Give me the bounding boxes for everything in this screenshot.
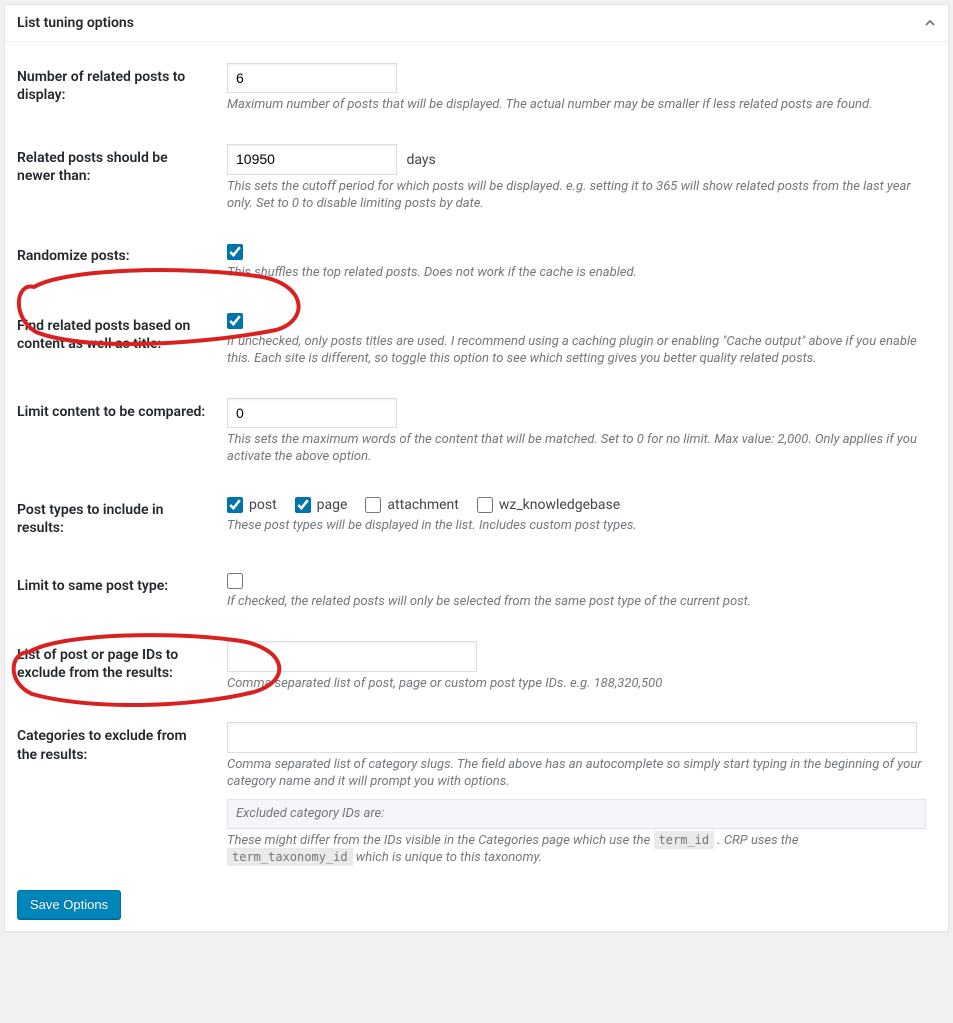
panel-title: List tuning options: [5, 7, 146, 39]
label-same-post-type: Limit to same post type:: [17, 557, 217, 626]
option-attachment[interactable]: attachment: [365, 496, 458, 514]
code-term-taxonomy-id: term_taxonomy_id: [227, 848, 353, 866]
input-newer-than[interactable]: [227, 144, 397, 174]
input-limit-content[interactable]: [227, 398, 397, 428]
code-term-id: term_id: [654, 831, 715, 849]
label-randomize: Randomize posts:: [17, 227, 217, 296]
label-post-types: Post types to include in results:: [17, 481, 217, 557]
excluded-ids-box: Excluded category IDs are:: [227, 799, 926, 830]
panel-header: List tuning options: [5, 5, 948, 42]
desc-post-types: These post types will be displayed in th…: [227, 518, 926, 535]
label-exclude-cats: Categories to exclude from the results:: [17, 707, 217, 882]
checkbox-content-title[interactable]: [227, 313, 243, 329]
desc-exclude-cats: Comma separated list of category slugs. …: [227, 757, 926, 791]
chevron-up-icon: [925, 18, 935, 28]
row-same-post-type: Limit to same post type: If checked, the…: [17, 557, 936, 626]
desc-same-post-type: If checked, the related posts will only …: [227, 594, 926, 611]
desc-newer-than: This sets the cutoff period for which po…: [227, 179, 926, 213]
desc-content-title: If unchecked, only posts titles are used…: [227, 334, 926, 368]
desc-excluded-ids: These might differ from the IDs visible …: [227, 833, 926, 867]
desc-limit-content: This sets the maximum words of the conte…: [227, 432, 926, 466]
label-exclude-ids: List of post or page IDs to exclude from…: [17, 626, 217, 707]
desc-num-posts: Maximum number of posts that will be dis…: [227, 97, 926, 114]
checkbox-post[interactable]: [227, 497, 243, 513]
panel-body: Number of related posts to display: Maxi…: [5, 48, 948, 931]
option-post[interactable]: post: [227, 496, 277, 514]
label-newer-than: Related posts should be newer than:: [17, 129, 217, 227]
panel-toggle[interactable]: [912, 5, 948, 41]
save-button[interactable]: Save Options: [17, 890, 121, 919]
desc-exclude-ids: Comma separated list of post, page or cu…: [227, 676, 926, 693]
desc-randomize: This shuffles the top related posts. Doe…: [227, 265, 926, 282]
input-num-posts[interactable]: [227, 63, 397, 93]
settings-panel: List tuning options Number of related po…: [4, 4, 949, 932]
label-limit-content: Limit content to be compared:: [17, 383, 217, 481]
checkbox-page[interactable]: [295, 497, 311, 513]
label-num-posts: Number of related posts to display:: [17, 48, 217, 129]
row-exclude-ids: List of post or page IDs to exclude from…: [17, 626, 936, 707]
form-table: Number of related posts to display: Maxi…: [17, 48, 936, 882]
checkbox-randomize[interactable]: [227, 244, 243, 260]
row-newer-than: Related posts should be newer than: days…: [17, 129, 936, 227]
row-post-types: Post types to include in results: post p…: [17, 481, 936, 557]
checkbox-wz-knowledgebase[interactable]: [477, 497, 493, 513]
input-exclude-cats[interactable]: [227, 722, 917, 752]
option-page[interactable]: page: [295, 496, 348, 514]
label-content-title: Find related posts based on content as w…: [17, 297, 217, 383]
row-randomize: Randomize posts: This shuffles the top r…: [17, 227, 936, 296]
row-limit-content: Limit content to be compared: This sets …: [17, 383, 936, 481]
row-content-title: Find related posts based on content as w…: [17, 297, 936, 383]
option-wz-knowledgebase[interactable]: wz_knowledgebase: [477, 496, 620, 514]
input-exclude-ids[interactable]: [227, 641, 477, 671]
checkbox-same-post-type[interactable]: [227, 573, 243, 589]
row-exclude-cats: Categories to exclude from the results: …: [17, 707, 936, 882]
post-type-options: post page attachment wz_knowledgebase: [227, 496, 926, 514]
unit-days: days: [406, 151, 435, 169]
row-num-posts: Number of related posts to display: Maxi…: [17, 48, 936, 129]
checkbox-attachment[interactable]: [365, 497, 381, 513]
